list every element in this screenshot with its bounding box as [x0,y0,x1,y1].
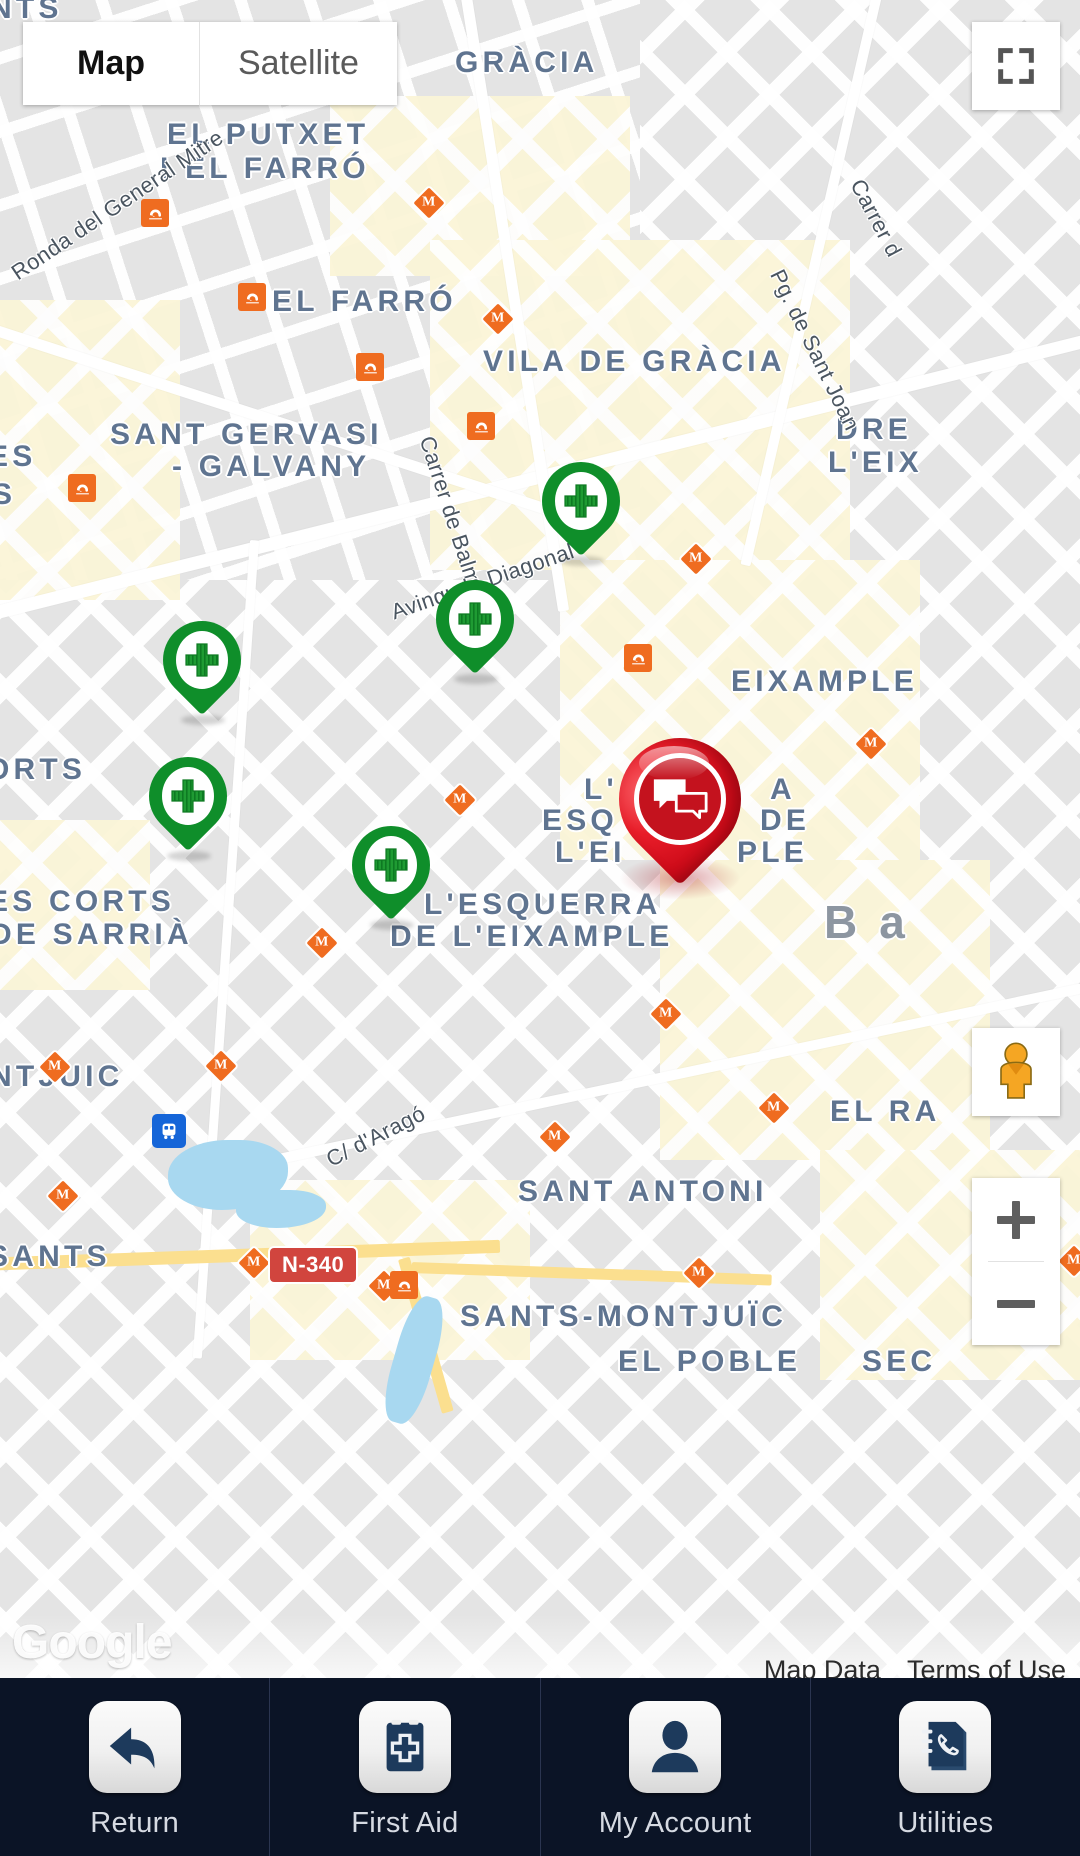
person-icon [651,1720,699,1772]
fullscreen-icon [998,48,1034,84]
pin-inner-circle [176,631,228,689]
person-icon-tile[interactable] [629,1700,722,1793]
rail-station-icon[interactable] [467,412,495,440]
street-view-pegman-icon [1000,1042,1032,1099]
rail-station-icon[interactable] [141,199,169,227]
map-type-satellite-button[interactable]: Satellite [200,22,397,105]
bottom-navigation-bar: Return First Aid My Account Utilities [0,1678,1080,1856]
pin-shadow [370,920,414,930]
map-screen: NTS GRÀCIA EL PUTXET I EL FARRÓ EL FARRÓ VILA… [0,0,1080,1856]
pharmacy-cross-icon [458,602,492,636]
rail-station-icon[interactable] [624,644,652,672]
pin-shadow [560,556,604,566]
chat-alert-marker[interactable] [593,712,767,914]
map-type-map-button[interactable]: Map [23,22,199,105]
pharmacy-cross-icon [185,643,219,677]
pin-inner-circle [162,767,214,825]
street-view-pegman-button[interactable] [972,1028,1060,1116]
first-aid-kit-icon-tile[interactable] [358,1700,451,1793]
zoom-in-icon-vertical [1012,1200,1020,1239]
terms-of-use-link[interactable]: Terms of Use [907,1655,1066,1678]
pharmacy-marker-4[interactable] [132,740,244,861]
map-data-link[interactable]: Map Data [764,1655,881,1678]
map-attribution[interactable]: Map Data Terms of Use [764,1655,1066,1678]
pin-shadow [181,715,225,725]
nav-my-account[interactable]: My Account [541,1678,811,1856]
pharmacy-marker-3[interactable] [146,604,258,725]
map-type-toggle[interactable]: Map Satellite [23,22,397,105]
rail-station-icon[interactable] [390,1271,418,1299]
pharmacy-cross-icon [374,848,408,882]
nav-my-account-label: My Account [598,1806,752,1839]
funicular-station-icon[interactable] [152,1114,186,1148]
nav-return-label: Return [90,1806,180,1839]
nav-first-aid[interactable]: First Aid [270,1678,541,1856]
map-yellow-zone [0,820,150,990]
nav-utilities-label: Utilities [897,1806,994,1839]
highway-shield-n340: N-340 [270,1248,357,1282]
back-arrow-icon-tile[interactable] [88,1700,181,1793]
pin-shadow [454,674,498,684]
pin-inner-circle [555,472,607,530]
nav-return[interactable]: Return [0,1678,271,1856]
nav-first-aid-label: First Aid [351,1806,459,1839]
pharmacy-marker-2[interactable] [419,563,531,684]
nav-utilities[interactable]: Utilities [811,1678,1080,1856]
zoom-out-button[interactable] [972,1262,1060,1345]
chat-bubbles-icon [653,779,708,820]
pharmacy-cross-icon [171,779,205,813]
phone-book-icon [922,1721,967,1770]
pharmacy-marker-5[interactable] [335,809,447,930]
rail-station-icon[interactable] [238,283,266,311]
pin-shadow [167,851,211,861]
rail-station-icon[interactable] [68,474,96,502]
phone-book-icon-tile[interactable] [899,1700,992,1793]
pharmacy-marker-1[interactable] [525,445,637,566]
zoom-in-button[interactable] [972,1178,1060,1261]
alert-marker-ring [634,753,726,845]
pharmacy-cross-icon [564,484,598,518]
google-map-canvas[interactable]: NTS GRÀCIA EL PUTXET I EL FARRÓ EL FARRÓ VILA… [0,0,1080,1678]
fullscreen-button[interactable] [972,22,1060,110]
zoom-out-icon [997,1299,1035,1308]
pin-inner-circle [365,836,417,894]
first-aid-kit-icon [386,1719,424,1771]
rail-station-icon[interactable] [356,353,384,381]
back-arrow-icon [109,1727,155,1768]
pin-inner-circle [449,590,501,648]
zoom-controls[interactable] [972,1178,1060,1345]
